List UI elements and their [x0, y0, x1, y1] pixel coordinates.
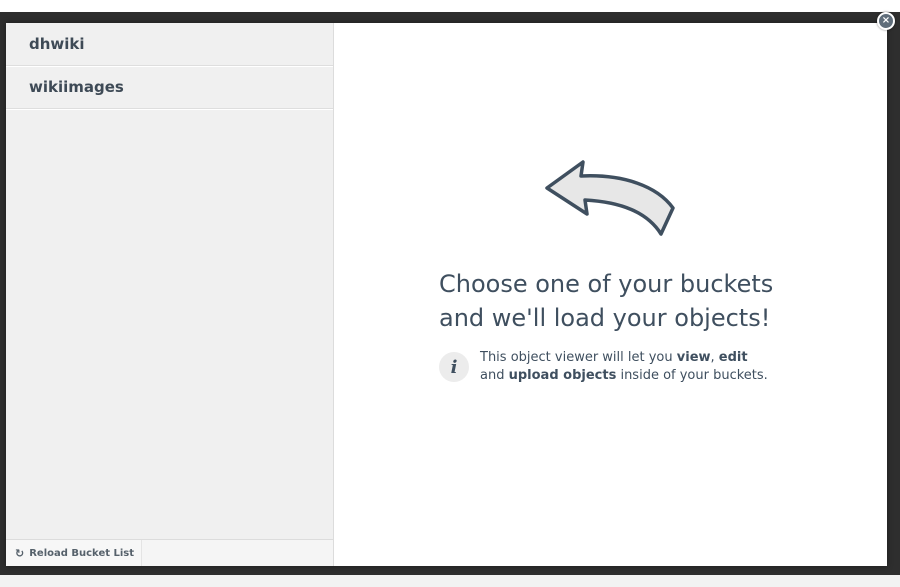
object-viewer-modal: dhwiki wikiimages ↻ Reload Bucket List C… [6, 23, 887, 566]
sidebar-footer: ↻ Reload Bucket List [6, 539, 333, 566]
info-text-upload: upload objects [508, 368, 617, 383]
info-text-part-2: and [480, 368, 509, 383]
headline-line-2: and we'll load your objects! [439, 304, 771, 332]
reload-bucket-list-label: Reload Bucket List [29, 547, 135, 559]
refresh-icon: ↻ [15, 546, 25, 560]
info-text-part-3: inside of your buckets. [616, 368, 768, 383]
info-text-edit: edit [718, 350, 748, 365]
bucket-item-wikiimages[interactable]: wikiimages [6, 66, 333, 109]
curved-arrow-left-icon [545, 160, 675, 236]
page-background-top [0, 0, 900, 12]
empty-state-headline: Choose one of your buckets and we'll loa… [439, 267, 859, 335]
info-icon-glyph: i [450, 356, 458, 378]
headline-line-1: Choose one of your buckets [439, 270, 774, 298]
bucket-sidebar: dhwiki wikiimages ↻ Reload Bucket List [6, 23, 334, 566]
page-background-bottom [0, 575, 900, 587]
bucket-item-dhwiki[interactable]: dhwiki [6, 23, 333, 66]
info-text-view: view [676, 350, 711, 365]
main-panel: Choose one of your buckets and we'll loa… [334, 23, 887, 566]
info-icon: i [439, 352, 469, 382]
info-text-part-1: This object viewer will let you [480, 350, 677, 365]
bucket-item-label: dhwiki [29, 35, 85, 53]
info-description: This object viewer will let you view, ed… [480, 349, 800, 385]
close-icon: × [881, 15, 891, 26]
close-modal-button[interactable]: × [877, 12, 895, 30]
info-text-comma: , [710, 350, 719, 365]
reload-bucket-list-button[interactable]: ↻ Reload Bucket List [6, 540, 142, 566]
bucket-item-label: wikiimages [29, 78, 124, 96]
